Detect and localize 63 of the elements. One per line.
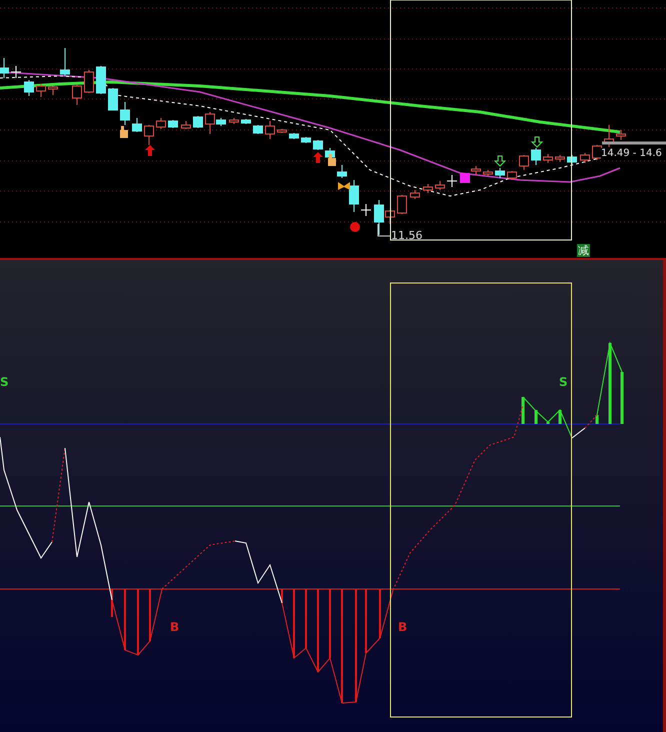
candlestick: [483, 170, 493, 176]
sell-signal-label: S: [0, 376, 9, 389]
candlestick: [435, 180, 445, 190]
leader-line: [378, 224, 390, 236]
candlestick: [60, 48, 70, 76]
candlestick: [604, 124, 614, 148]
candlestick: [72, 84, 82, 106]
low-price-label: 11.56: [391, 230, 422, 242]
candlestick: [229, 118, 239, 124]
butterfly-icon: [338, 182, 350, 190]
candlestick: [460, 173, 470, 183]
candlestick: [48, 86, 58, 96]
candlestick: [592, 144, 602, 160]
doji-candlestick: [446, 174, 458, 188]
candlestick: [265, 120, 275, 140]
down-arrow-icon: [530, 136, 544, 148]
doji-candlestick: [360, 204, 372, 216]
candlestick: [555, 154, 565, 162]
candlestick: [471, 166, 481, 176]
candlestick: [531, 148, 541, 166]
candlestick: [495, 168, 505, 178]
doji-candlestick: [10, 66, 22, 78]
candlestick: [289, 132, 299, 140]
candlestick: [144, 124, 154, 146]
candlestick: [313, 140, 323, 150]
buy-signal-label: B: [398, 621, 408, 634]
candlestick: [580, 152, 590, 164]
up-arrow-icon: [145, 145, 155, 156]
candlestick: [156, 118, 166, 130]
signal-badge: 减: [577, 244, 590, 257]
candlestick: [253, 124, 263, 134]
candlestick: [0, 58, 9, 78]
candlestick: [193, 116, 203, 128]
up-arrow-icon: [313, 152, 323, 163]
candlestick: [423, 184, 433, 194]
candlestick: [397, 194, 407, 214]
candlestick: [616, 130, 626, 140]
candlestick: [132, 118, 142, 132]
candlestick: [277, 128, 287, 134]
price-line: [602, 142, 666, 144]
candlestick: [567, 154, 577, 164]
candlestick: [507, 170, 517, 180]
sell-signal-label: S: [559, 376, 568, 389]
candlestick: [96, 66, 106, 94]
buy-signal-label: B: [170, 621, 180, 634]
price-range-label: 14.49 - 14.6: [601, 148, 662, 160]
candlestick: [24, 80, 34, 96]
candlestick: [337, 164, 347, 178]
candlestick: [120, 102, 130, 126]
candlestick: [108, 88, 118, 110]
candlestick: [519, 154, 529, 170]
candlestick: [349, 180, 359, 212]
candlestick: [181, 120, 191, 130]
candlestick: [543, 154, 553, 164]
hand-icon: [328, 154, 336, 166]
candlestick: [410, 190, 420, 200]
candlestick: [301, 136, 311, 144]
candlestick: [168, 120, 178, 128]
hand-icon: [120, 126, 128, 138]
candlestick: [84, 70, 94, 94]
down-arrow-icon: [494, 156, 506, 167]
candlestick: [241, 118, 251, 124]
candlestick: [36, 84, 46, 98]
